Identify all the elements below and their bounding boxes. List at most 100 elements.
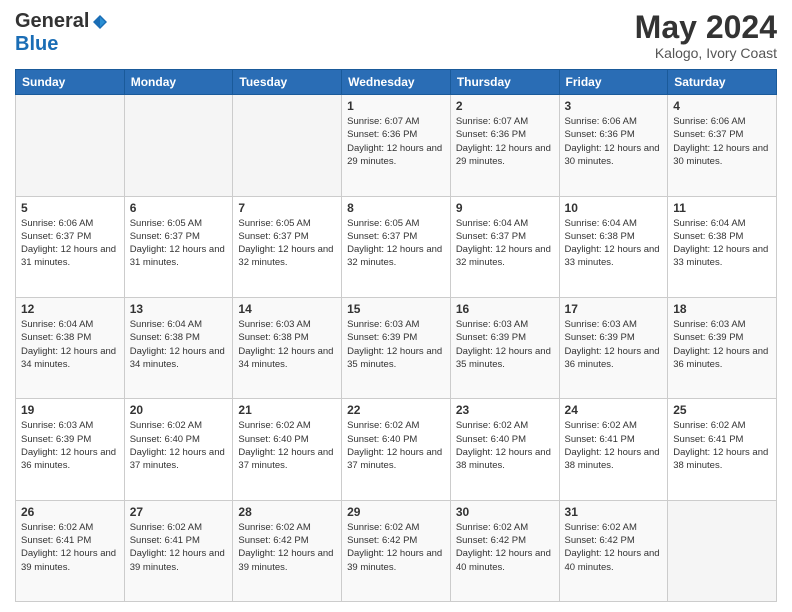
day-info: Sunrise: 6:03 AM Sunset: 6:39 PM Dayligh…	[347, 318, 445, 371]
weekday-header-row: SundayMondayTuesdayWednesdayThursdayFrid…	[16, 70, 777, 95]
day-info: Sunrise: 6:04 AM Sunset: 6:38 PM Dayligh…	[21, 318, 119, 371]
calendar-cell	[233, 95, 342, 196]
weekday-header-tuesday: Tuesday	[233, 70, 342, 95]
calendar-cell: 23 Sunrise: 6:02 AM Sunset: 6:40 PM Dayli…	[450, 399, 559, 500]
calendar-week-1: 1 Sunrise: 6:07 AM Sunset: 6:36 PM Daylig…	[16, 95, 777, 196]
day-number: 30	[456, 505, 554, 519]
calendar-cell: 6 Sunrise: 6:05 AM Sunset: 6:37 PM Daylig…	[124, 196, 233, 297]
calendar-cell: 1 Sunrise: 6:07 AM Sunset: 6:36 PM Daylig…	[342, 95, 451, 196]
day-info: Sunrise: 6:04 AM Sunset: 6:38 PM Dayligh…	[565, 217, 663, 270]
day-info: Sunrise: 6:05 AM Sunset: 6:37 PM Dayligh…	[130, 217, 228, 270]
calendar-cell: 15 Sunrise: 6:03 AM Sunset: 6:39 PM Dayli…	[342, 297, 451, 398]
title-block: May 2024 Kalogo, Ivory Coast	[635, 10, 777, 61]
day-info: Sunrise: 6:03 AM Sunset: 6:38 PM Dayligh…	[238, 318, 336, 371]
day-info: Sunrise: 6:06 AM Sunset: 6:37 PM Dayligh…	[21, 217, 119, 270]
calendar-cell: 16 Sunrise: 6:03 AM Sunset: 6:39 PM Dayli…	[450, 297, 559, 398]
day-info: Sunrise: 6:02 AM Sunset: 6:42 PM Dayligh…	[347, 521, 445, 574]
day-number: 6	[130, 201, 228, 215]
calendar-cell: 5 Sunrise: 6:06 AM Sunset: 6:37 PM Daylig…	[16, 196, 125, 297]
day-number: 2	[456, 99, 554, 113]
weekday-header-saturday: Saturday	[668, 70, 777, 95]
day-info: Sunrise: 6:06 AM Sunset: 6:37 PM Dayligh…	[673, 115, 771, 168]
day-number: 21	[238, 403, 336, 417]
day-number: 18	[673, 302, 771, 316]
calendar-cell: 9Sunrise: 6:04 AM Sunset: 6:37 PM Daylig…	[450, 196, 559, 297]
calendar-cell: 20 Sunrise: 6:02 AM Sunset: 6:40 PM Dayli…	[124, 399, 233, 500]
logo: General Blue	[15, 10, 109, 56]
calendar-cell: 30 Sunrise: 6:02 AM Sunset: 6:42 PM Dayli…	[450, 500, 559, 601]
day-info: Sunrise: 6:02 AM Sunset: 6:41 PM Dayligh…	[565, 419, 663, 472]
day-number: 7	[238, 201, 336, 215]
calendar-cell: 8Sunrise: 6:05 AM Sunset: 6:37 PM Daylig…	[342, 196, 451, 297]
calendar-week-5: 26 Sunrise: 6:02 AM Sunset: 6:41 PM Dayli…	[16, 500, 777, 601]
day-info: Sunrise: 6:02 AM Sunset: 6:42 PM Dayligh…	[238, 521, 336, 574]
calendar-cell: 18 Sunrise: 6:03 AM Sunset: 6:39 PM Dayli…	[668, 297, 777, 398]
day-number: 10	[565, 201, 663, 215]
day-info: Sunrise: 6:02 AM Sunset: 6:40 PM Dayligh…	[130, 419, 228, 472]
calendar-cell: 24 Sunrise: 6:02 AM Sunset: 6:41 PM Dayli…	[559, 399, 668, 500]
day-number: 4	[673, 99, 771, 113]
logo-general-text: General	[15, 10, 89, 33]
day-number: 28	[238, 505, 336, 519]
page: General Blue May 2024 Kalogo, Ivory Coas…	[0, 0, 792, 612]
day-info: Sunrise: 6:02 AM Sunset: 6:42 PM Dayligh…	[565, 521, 663, 574]
header: General Blue May 2024 Kalogo, Ivory Coas…	[15, 10, 777, 61]
day-info: Sunrise: 6:07 AM Sunset: 6:36 PM Dayligh…	[456, 115, 554, 168]
calendar-cell: 21Sunrise: 6:02 AM Sunset: 6:40 PM Dayli…	[233, 399, 342, 500]
calendar-cell: 7 Sunrise: 6:05 AM Sunset: 6:37 PM Daylig…	[233, 196, 342, 297]
day-number: 9	[456, 201, 554, 215]
day-info: Sunrise: 6:02 AM Sunset: 6:40 PM Dayligh…	[347, 419, 445, 472]
day-info: Sunrise: 6:07 AM Sunset: 6:36 PM Dayligh…	[347, 115, 445, 168]
calendar-cell	[668, 500, 777, 601]
weekday-header-wednesday: Wednesday	[342, 70, 451, 95]
day-info: Sunrise: 6:03 AM Sunset: 6:39 PM Dayligh…	[456, 318, 554, 371]
day-info: Sunrise: 6:02 AM Sunset: 6:40 PM Dayligh…	[456, 419, 554, 472]
calendar-cell: 11Sunrise: 6:04 AM Sunset: 6:38 PM Dayli…	[668, 196, 777, 297]
calendar-cell: 10 Sunrise: 6:04 AM Sunset: 6:38 PM Dayli…	[559, 196, 668, 297]
calendar-cell: 27 Sunrise: 6:02 AM Sunset: 6:41 PM Dayli…	[124, 500, 233, 601]
day-info: Sunrise: 6:02 AM Sunset: 6:42 PM Dayligh…	[456, 521, 554, 574]
calendar-cell: 19Sunrise: 6:03 AM Sunset: 6:39 PM Dayli…	[16, 399, 125, 500]
weekday-header-thursday: Thursday	[450, 70, 559, 95]
day-number: 23	[456, 403, 554, 417]
day-number: 5	[21, 201, 119, 215]
logo-blue-text: Blue	[15, 33, 58, 56]
day-number: 3	[565, 99, 663, 113]
logo-icon	[91, 13, 109, 31]
day-number: 31	[565, 505, 663, 519]
weekday-header-monday: Monday	[124, 70, 233, 95]
calendar-table: SundayMondayTuesdayWednesdayThursdayFrid…	[15, 69, 777, 602]
day-number: 1	[347, 99, 445, 113]
day-number: 13	[130, 302, 228, 316]
day-number: 12	[21, 302, 119, 316]
calendar-cell: 14 Sunrise: 6:03 AM Sunset: 6:38 PM Dayli…	[233, 297, 342, 398]
calendar-week-2: 5 Sunrise: 6:06 AM Sunset: 6:37 PM Daylig…	[16, 196, 777, 297]
day-number: 26	[21, 505, 119, 519]
day-info: Sunrise: 6:05 AM Sunset: 6:37 PM Dayligh…	[238, 217, 336, 270]
day-info: Sunrise: 6:02 AM Sunset: 6:41 PM Dayligh…	[130, 521, 228, 574]
location: Kalogo, Ivory Coast	[635, 45, 777, 61]
day-info: Sunrise: 6:03 AM Sunset: 6:39 PM Dayligh…	[673, 318, 771, 371]
day-info: Sunrise: 6:05 AM Sunset: 6:37 PM Dayligh…	[347, 217, 445, 270]
day-number: 27	[130, 505, 228, 519]
weekday-header-sunday: Sunday	[16, 70, 125, 95]
day-number: 24	[565, 403, 663, 417]
calendar-cell: 12 Sunrise: 6:04 AM Sunset: 6:38 PM Dayli…	[16, 297, 125, 398]
calendar-cell: 4 Sunrise: 6:06 AM Sunset: 6:37 PM Daylig…	[668, 95, 777, 196]
calendar-cell: 28 Sunrise: 6:02 AM Sunset: 6:42 PM Dayli…	[233, 500, 342, 601]
calendar-cell: 22Sunrise: 6:02 AM Sunset: 6:40 PM Dayli…	[342, 399, 451, 500]
day-number: 14	[238, 302, 336, 316]
calendar-cell	[124, 95, 233, 196]
day-info: Sunrise: 6:03 AM Sunset: 6:39 PM Dayligh…	[565, 318, 663, 371]
day-info: Sunrise: 6:02 AM Sunset: 6:41 PM Dayligh…	[21, 521, 119, 574]
day-info: Sunrise: 6:06 AM Sunset: 6:36 PM Dayligh…	[565, 115, 663, 168]
month-title: May 2024	[635, 10, 777, 45]
day-number: 16	[456, 302, 554, 316]
day-number: 11	[673, 201, 771, 215]
day-number: 20	[130, 403, 228, 417]
calendar-week-3: 12 Sunrise: 6:04 AM Sunset: 6:38 PM Dayli…	[16, 297, 777, 398]
calendar-cell: 26 Sunrise: 6:02 AM Sunset: 6:41 PM Dayli…	[16, 500, 125, 601]
day-number: 15	[347, 302, 445, 316]
calendar-cell: 3 Sunrise: 6:06 AM Sunset: 6:36 PM Daylig…	[559, 95, 668, 196]
calendar-cell: 29Sunrise: 6:02 AM Sunset: 6:42 PM Dayli…	[342, 500, 451, 601]
